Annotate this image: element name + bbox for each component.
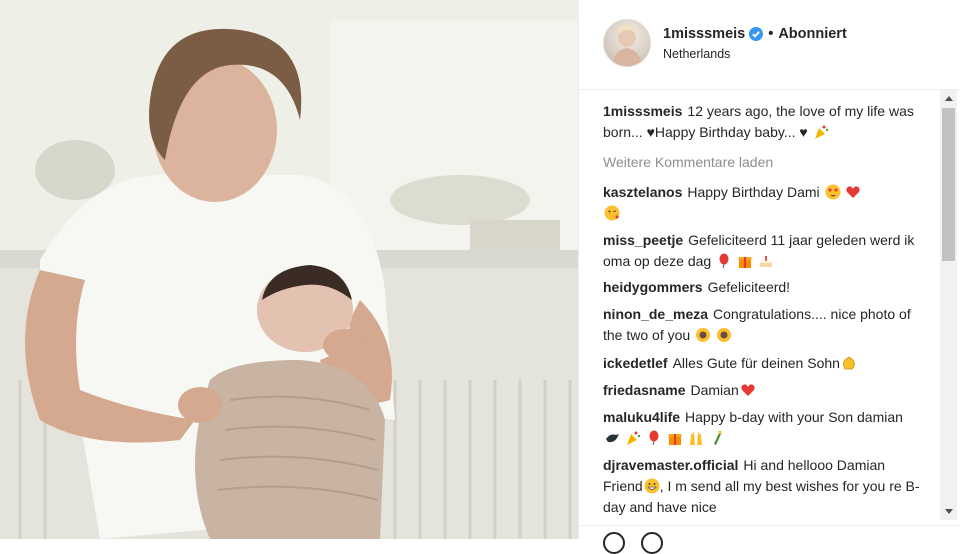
comment-username[interactable]: heidygommers: [603, 279, 703, 295]
comment-text: Gefeliciteerd!: [707, 279, 791, 295]
comment-text: Happy Birthday Dami: [687, 184, 820, 200]
cake-icon: [759, 256, 772, 267]
party-popper-icon: [814, 125, 828, 139]
like-icon[interactable]: [603, 532, 625, 554]
photo-illustration: [0, 0, 578, 539]
raised-hands-icon: [689, 432, 702, 445]
comment-item: maluku4life Happy b-day with your Son dam…: [603, 407, 921, 449]
comments-list: 1misssmeis 12 years ago, the love of my l…: [579, 90, 941, 525]
comment-item: friedasname Damian: [603, 380, 921, 401]
gift-icon: [668, 434, 682, 445]
sunflower-icon: [696, 328, 711, 342]
post-side-panel: 1misssmeis • Abonniert Netherlands 1miss…: [578, 0, 960, 554]
comment-username[interactable]: friedasname: [603, 382, 685, 398]
following-button[interactable]: Abonniert: [778, 26, 846, 42]
comment-username[interactable]: ninon_de_meza: [603, 306, 708, 322]
comment-username[interactable]: djravemaster.official: [603, 457, 738, 473]
comment-item: djravemaster.official Hi and hellooo Dami…: [603, 455, 921, 518]
dove-icon: [606, 434, 619, 443]
avatar[interactable]: [603, 19, 651, 67]
comment-item: miss_peetje Gefeliciteerd 11 jaar geleden…: [603, 230, 921, 272]
action-bar: [579, 525, 960, 554]
sunflower-icon: [716, 328, 731, 342]
post-header: 1misssmeis • Abonniert Netherlands: [579, 0, 960, 90]
comment-item: ninon_de_meza Congratulations.... nice ph…: [603, 304, 921, 346]
balloon-icon: [719, 253, 729, 269]
post-photo[interactable]: [0, 0, 578, 539]
comment-username[interactable]: ickedetlef: [603, 355, 668, 371]
comment-username[interactable]: maluku4life: [603, 409, 680, 425]
balloon-icon: [649, 430, 659, 446]
avatar-image: [612, 24, 642, 66]
comment-icon[interactable]: [641, 532, 663, 554]
header-title-row: 1misssmeis • Abonniert: [663, 24, 847, 44]
caption-username[interactable]: 1misssmeis: [603, 103, 682, 119]
red-heart-icon: [741, 384, 755, 396]
comment-username[interactable]: miss_peetje: [603, 232, 683, 248]
comment-username[interactable]: kasztelanos: [603, 184, 682, 200]
header-username[interactable]: 1misssmeis: [663, 26, 745, 42]
comment-item: heidygommers Gefeliciteerd!: [603, 277, 921, 298]
load-more-comments[interactable]: Weitere Kommentare laden: [603, 154, 773, 170]
comment-text: Happy b-day with your Son damian: [685, 409, 903, 425]
comment-item: ickedetlef Alles Gute für deinen Sohn: [603, 353, 921, 374]
grin-icon: [644, 478, 660, 494]
champagne-icon: [714, 431, 722, 445]
heart-eyes-icon: [825, 184, 841, 200]
scroll-down-arrow-icon[interactable]: [940, 503, 957, 520]
post-caption: 1misssmeis 12 years ago, the love of my l…: [603, 101, 921, 143]
location-link[interactable]: Netherlands: [663, 47, 730, 61]
party-popper-icon: [626, 431, 641, 445]
red-heart-icon: [846, 186, 861, 198]
verified-badge-icon: [749, 27, 764, 41]
comment-text: Alles Gute für deinen Sohn: [672, 355, 840, 371]
header-separator: •: [768, 26, 774, 42]
clap-icon: [843, 356, 855, 370]
scroll-thumb[interactable]: [942, 108, 955, 261]
comments-scrollbar[interactable]: [940, 90, 957, 520]
scroll-up-arrow-icon[interactable]: [940, 90, 957, 107]
kiss-face-icon: [604, 205, 620, 221]
comment-item: kasztelanos Happy Birthday Dami: [603, 182, 921, 224]
gift-icon: [738, 257, 752, 268]
comment-text: Damian: [690, 382, 739, 398]
